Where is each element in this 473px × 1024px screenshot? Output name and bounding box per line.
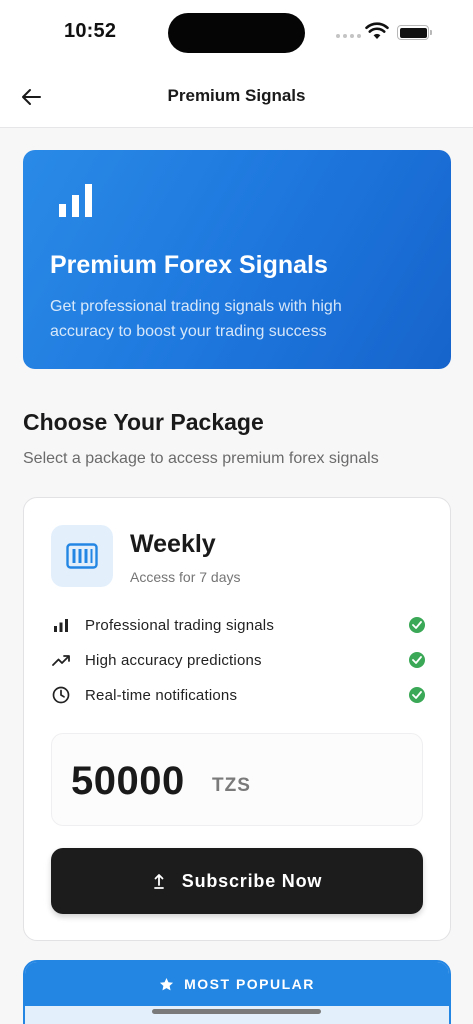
upload-icon <box>152 871 166 891</box>
price-currency: TZS <box>212 775 251 796</box>
price-box: 50000 TZS <box>51 733 423 826</box>
feature-label: Professional trading signals <box>85 616 275 634</box>
package-card-popular[interactable]: MOST POPULAR <box>23 960 451 1024</box>
wifi-icon <box>365 22 389 39</box>
dynamic-island <box>168 13 305 53</box>
subscribe-button-label: Subscribe Now <box>181 870 323 891</box>
check-circle-icon <box>409 652 425 668</box>
home-indicator[interactable] <box>152 1009 321 1014</box>
status-bar: 10:52 <box>0 0 473 64</box>
star-icon <box>159 977 174 992</box>
price-amount: 50000 <box>71 759 185 803</box>
check-circle-icon <box>409 687 425 703</box>
page-title: Premium Signals <box>167 86 306 105</box>
package-card-weekly[interactable]: Weekly Access for 7 days Professional tr… <box>23 497 451 941</box>
bar-chart-icon <box>51 615 71 635</box>
check-circle-icon <box>409 617 425 633</box>
status-time: 10:52 <box>64 20 117 42</box>
clock-icon <box>51 685 71 705</box>
trending-up-icon <box>51 650 71 670</box>
battery-icon <box>397 25 432 40</box>
feature-item: Real-time notifications <box>51 683 425 707</box>
package-name: Weekly <box>130 530 216 558</box>
most-popular-banner: MOST POPULAR <box>25 962 449 1006</box>
feature-item: Professional trading signals <box>51 613 425 637</box>
section-subtitle: Select a package to access premium forex… <box>23 450 379 467</box>
feature-label: High accuracy predictions <box>85 651 262 669</box>
package-icon-container <box>51 525 113 587</box>
hero-title: Premium Forex Signals <box>50 251 328 279</box>
feature-item: High accuracy predictions <box>51 648 425 672</box>
section-title: Choose Your Package <box>23 409 264 435</box>
package-duration: Access for 7 days <box>130 569 241 585</box>
subscribe-button[interactable]: Subscribe Now <box>51 848 423 914</box>
feature-label: Real-time notifications <box>85 686 238 704</box>
hero-subtitle: Get professional trading signals with hi… <box>50 298 342 340</box>
cellular-signal-icon <box>336 34 361 38</box>
hero-banner: Premium Forex Signals Get professional t… <box>23 150 451 369</box>
bar-chart-icon <box>59 184 92 217</box>
app-bar: Premium Signals <box>0 64 473 128</box>
calendar-week-icon <box>66 543 98 569</box>
most-popular-label: MOST POPULAR <box>184 976 315 992</box>
